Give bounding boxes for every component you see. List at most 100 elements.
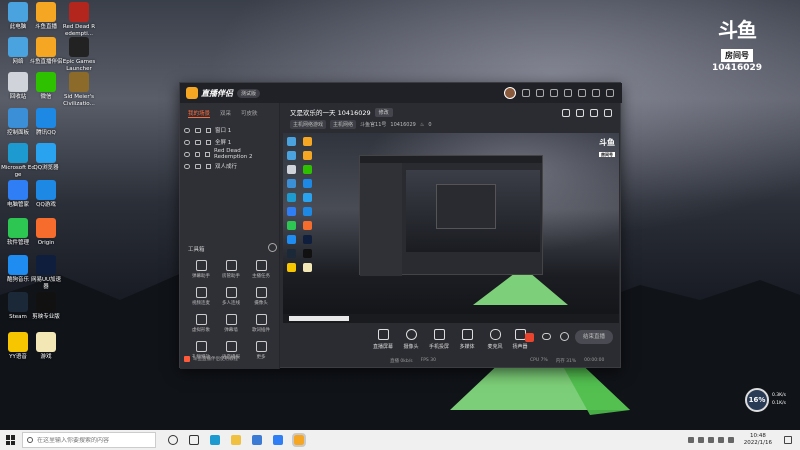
preview-toggle-icon[interactable]: [542, 333, 551, 340]
skin-icon[interactable]: [550, 89, 558, 97]
system-clock[interactable]: 10:48 2022/1/16: [744, 433, 772, 447]
start-button[interactable]: [6, 435, 16, 445]
toolbox-item[interactable]: 房管助手: [216, 260, 246, 279]
phone-cast-button[interactable]: 手机投屏: [424, 329, 454, 350]
lock-icon[interactable]: [194, 151, 201, 157]
tool-icon: [195, 287, 207, 298]
memory-status: 内存 31%: [555, 359, 577, 364]
minimize-button[interactable]: [578, 89, 586, 97]
gift-icon[interactable]: [536, 89, 544, 97]
settings-gear-icon[interactable]: [560, 332, 569, 341]
record-button[interactable]: [525, 333, 534, 342]
desktop-icon[interactable]: Epic Games Launcher: [62, 37, 96, 72]
tutorial-link[interactable]: 斗鱼直播伴侣使用教程: [184, 356, 238, 362]
desktop-icon[interactable]: 斗鱼直播: [29, 2, 63, 31]
scene-item-it-takes-two[interactable]: 双人成行: [184, 160, 275, 172]
lock-icon[interactable]: [195, 127, 201, 133]
tab-skin[interactable]: 可皮肤: [241, 109, 258, 118]
desktop-icon[interactable]: QQ浏览器: [29, 143, 63, 172]
desktop-icon[interactable]: 游戏: [29, 332, 63, 361]
category-chip[interactable]: 主机网络游戏: [290, 120, 327, 129]
scene-item-rdr2[interactable]: Red Dead Redemption 2: [184, 148, 275, 160]
toolbox-item[interactable]: 摄像头: [246, 287, 276, 306]
tray-arrow-icon[interactable]: [687, 437, 694, 443]
speaker-icon: [514, 329, 526, 340]
app-icon: [8, 72, 28, 92]
share-icon[interactable]: [604, 109, 612, 117]
desktop-icon[interactable]: 网易UU加速器: [29, 255, 63, 290]
duration-status: 00:00:00: [584, 358, 605, 363]
camera-icon: [405, 329, 417, 340]
lock-icon[interactable]: [195, 139, 201, 145]
user-avatar[interactable]: [504, 87, 516, 99]
toolbox-item[interactable]: 虚拟形象: [186, 314, 216, 333]
desktop-icon[interactable]: 剪映专业版: [29, 292, 63, 321]
end-live-button[interactable]: 结束直播: [575, 330, 613, 344]
network-icon[interactable]: [707, 437, 714, 443]
toolbox-item[interactable]: 视频连麦: [186, 287, 216, 306]
search-input[interactable]: [36, 436, 155, 444]
screenshot-icon[interactable]: [590, 109, 598, 117]
stream-preview[interactable]: 斗鱼 房间号: [283, 133, 619, 323]
desktop-icon[interactable]: 斗鱼直播伴侣: [29, 37, 63, 66]
status-right: CPU 7% 内存 31% 00:00:00: [530, 358, 604, 364]
eye-icon[interactable]: [184, 139, 190, 145]
tab-my-scenes[interactable]: 我的场景: [188, 109, 211, 118]
douyu-taskbar-icon[interactable]: [292, 433, 306, 447]
tool-icon: [255, 287, 267, 298]
toolbox-item[interactable]: 主播任务: [246, 260, 276, 279]
pc-manager-icon[interactable]: [273, 435, 283, 445]
toolbox-grid: 弹幕助手 房管助手 主播任务 视频连麦 多人连线 摄像头 虚拟形象 弹幕墙 歌词插件 礼物特效 语音…: [186, 260, 278, 360]
scene-label: 全屏 1: [215, 140, 232, 146]
net-speed: 0.3K/s 0.1K/s: [772, 392, 786, 408]
message-icon[interactable]: [522, 89, 530, 97]
app-icon: [8, 180, 28, 200]
camera-button[interactable]: 摄像头: [396, 329, 426, 350]
toolbox-more-icon[interactable]: [268, 243, 277, 252]
task-view-icon[interactable]: [189, 435, 199, 445]
cortana-icon[interactable]: [168, 435, 178, 445]
desktop-icon[interactable]: Sid Meier's Civilizatio...: [62, 72, 96, 107]
file-explorer-icon[interactable]: [231, 435, 241, 445]
notification-icon[interactable]: [784, 436, 792, 444]
edit-title-button[interactable]: 修改: [374, 107, 393, 117]
clock-time: 10:48: [749, 433, 766, 439]
category-chip[interactable]: 主机网络: [330, 120, 357, 129]
close-button[interactable]: [606, 89, 614, 97]
tab-dual[interactable]: 双采: [220, 109, 231, 118]
toolbox-item[interactable]: 多人连线: [216, 287, 246, 306]
eye-icon[interactable]: [184, 151, 190, 157]
taskbar-search[interactable]: [22, 432, 156, 448]
performance-widget[interactable]: 16% 0.3K/s 0.1K/s: [745, 388, 791, 412]
tool-icon: [225, 341, 237, 352]
store-icon[interactable]: [252, 435, 262, 445]
scene-item-window[interactable]: 窗口 1: [184, 124, 275, 136]
lock-icon[interactable]: [195, 163, 201, 169]
eye-icon[interactable]: [184, 127, 190, 133]
desktop-icon[interactable]: 微信: [29, 72, 63, 101]
toolbox-item[interactable]: 更多: [246, 341, 276, 360]
volume-icon[interactable]: [717, 437, 724, 443]
media-button[interactable]: 多媒体: [452, 329, 482, 350]
app-icon: [8, 255, 28, 275]
fps-status: FPS 30: [420, 358, 436, 363]
scene-item-fullscreen[interactable]: 全屏 1: [184, 136, 275, 148]
tray-app-icon[interactable]: [697, 437, 704, 443]
desktop-icon[interactable]: 腾讯QQ: [29, 108, 63, 137]
edge-icon[interactable]: [210, 435, 220, 445]
toolbox-item[interactable]: 歌词插件: [246, 314, 276, 333]
toolbox-item[interactable]: 弹幕墙: [216, 314, 246, 333]
app-version-badge: 测试版: [237, 88, 261, 98]
room-tag: 房间号: [721, 49, 753, 62]
gift-box-icon[interactable]: [562, 109, 570, 117]
fullscreen-icon[interactable]: [576, 109, 584, 117]
eye-icon[interactable]: [184, 163, 190, 169]
desktop-icon[interactable]: QQ游戏: [29, 180, 63, 209]
toolbox-item[interactable]: 弹幕助手: [186, 260, 216, 279]
menu-icon[interactable]: [564, 89, 572, 97]
desktop-icon[interactable]: Origin: [29, 218, 63, 247]
ime-icon[interactable]: [727, 437, 734, 443]
maximize-button[interactable]: [592, 89, 600, 97]
screen-capture-button[interactable]: 直播屏幕: [368, 329, 398, 350]
desktop-icon[interactable]: Red Dead Redempti...: [62, 2, 96, 37]
